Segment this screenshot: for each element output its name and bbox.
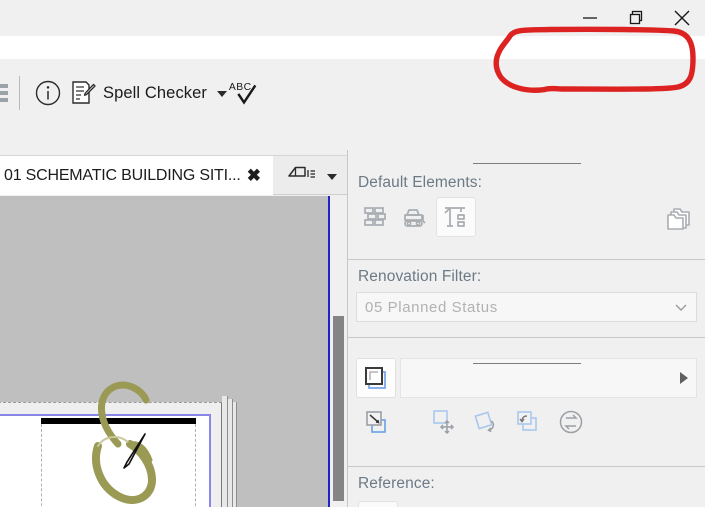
close-tab-icon[interactable]: ✖	[243, 166, 265, 186]
stacked-layers-icon	[667, 208, 690, 230]
refresh-circle-icon	[559, 410, 583, 434]
renovation-filter-value: 05 Planned Status	[365, 298, 498, 316]
brick-wall-icon	[364, 207, 386, 226]
layer-tools-section	[348, 350, 705, 467]
toolbar-overflow-icon[interactable]	[0, 78, 10, 108]
tab-label: 01 SCHEMATIC BUILDING SITI...	[4, 166, 241, 184]
renovation-filter-label: Renovation Filter:	[358, 268, 482, 285]
renovation-filter-section: Renovation Filter: 05 Planned Status	[348, 260, 705, 338]
toolbar-divider	[19, 76, 20, 110]
section-grip[interactable]	[472, 163, 581, 164]
minimize-icon	[583, 17, 597, 19]
chevron-down-icon[interactable]	[666, 302, 696, 312]
restore-button[interactable]	[613, 0, 659, 36]
application-window: Spell Checker ABC 01 SCHEMATIC BUILDING …	[0, 0, 705, 507]
spell-checker-label: Spell Checker	[103, 83, 208, 102]
element-library-button[interactable]	[659, 199, 699, 239]
spell-checker-button[interactable]: Spell Checker	[65, 73, 228, 113]
window-controls	[567, 0, 705, 36]
abc-check-icon: ABC	[227, 77, 261, 109]
mirror-flip-icon	[517, 411, 537, 431]
sheet-stack-shadow	[233, 402, 237, 507]
sheet-page[interactable]	[0, 414, 211, 507]
reference-section: Reference:	[348, 467, 705, 507]
page-margin-guides	[41, 424, 196, 507]
restore-icon	[629, 10, 643, 25]
section-grip[interactable]	[472, 363, 581, 364]
reference-label: Reference:	[358, 475, 435, 492]
building-list-icon	[287, 162, 317, 189]
info-circle-icon	[31, 78, 65, 108]
default-elements-section: Default Elements:	[348, 150, 705, 260]
default-elements-label: Default Elements:	[358, 174, 483, 191]
earthwork-tool-button[interactable]	[396, 197, 436, 237]
minimize-button[interactable]	[567, 0, 613, 36]
toolbar: Spell Checker ABC	[0, 59, 705, 149]
layer-swatch-button[interactable]	[356, 358, 396, 398]
abc-check-button[interactable]: ABC	[227, 73, 261, 113]
wall-tool-button[interactable]	[356, 197, 396, 237]
bulldozer-icon	[404, 209, 426, 227]
drag-move-icon	[433, 410, 455, 435]
refresh-tool-button[interactable]	[550, 401, 592, 443]
reference-swatch-button[interactable]	[358, 501, 398, 507]
close-button[interactable]	[659, 0, 705, 36]
caret-down-icon[interactable]	[327, 173, 337, 180]
crane-tool-button[interactable]	[436, 197, 476, 237]
mirror-tool-button[interactable]	[508, 401, 550, 443]
document-edit-icon	[65, 78, 99, 108]
view-type-selector[interactable]	[281, 156, 343, 195]
layer-square-icon	[365, 367, 386, 389]
canvas-scrollbar-thumb[interactable]	[333, 316, 344, 501]
drawing-canvas[interactable]	[0, 196, 330, 507]
play-arrow-icon[interactable]	[680, 372, 688, 384]
crane-icon	[444, 207, 465, 227]
tab-schematic-building-site[interactable]: 01 SCHEMATIC BUILDING SITI... ✖	[0, 156, 273, 195]
layer-name-field[interactable]	[400, 358, 697, 398]
rotate-tool-button[interactable]	[466, 401, 508, 443]
document-sheet[interactable]	[0, 402, 222, 507]
title-bar	[0, 0, 705, 36]
menu-strip	[0, 36, 705, 59]
renovation-filter-combobox[interactable]: 05 Planned Status	[356, 292, 697, 322]
rotate-shape-icon	[474, 411, 495, 433]
document-tab-bar: 01 SCHEMATIC BUILDING SITI... ✖	[0, 155, 350, 195]
close-icon	[674, 10, 690, 26]
drag-tool-button[interactable]	[424, 401, 466, 443]
settings-panel: Default Elements: Renovation Filter: 05 …	[347, 150, 705, 507]
svg-text:ABC: ABC	[229, 82, 252, 93]
resize-diagonal-icon	[366, 411, 386, 433]
resize-tool-button[interactable]	[356, 401, 398, 443]
info-button[interactable]	[31, 73, 65, 113]
caret-down-icon[interactable]	[217, 91, 228, 97]
